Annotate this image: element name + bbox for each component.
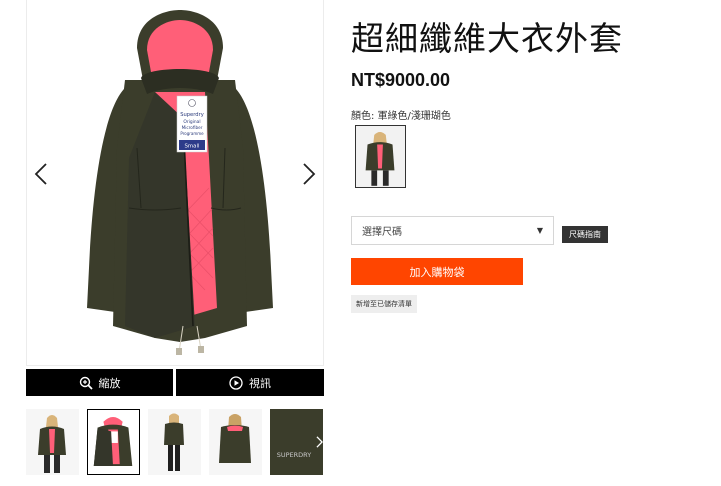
product-image-gallery: Superdry Original Microfiber Programme S… (26, 0, 324, 366)
zoom-button[interactable]: 縮放 (26, 369, 173, 396)
color-label: 顏色: (351, 111, 375, 122)
video-label: 視訊 (249, 376, 271, 390)
label-line-4: Programme (180, 131, 204, 136)
jacket-illustration: Superdry Original Microfiber Programme S… (87, 10, 273, 355)
zoom-label: 縮放 (98, 376, 121, 390)
model-side-image (164, 413, 184, 471)
chevron-left-icon (34, 163, 47, 185)
next-image-arrow[interactable] (297, 160, 321, 188)
size-guide-button[interactable]: 尺碼指南 (562, 226, 608, 243)
color-swatch-selected[interactable] (355, 125, 406, 188)
jacket-front-image (93, 416, 133, 467)
product-main-image[interactable]: Superdry Original Microfiber Programme S… (85, 8, 275, 360)
color-value: 軍綠色/淺珊瑚色 (377, 111, 451, 122)
thumbnail-next-arrow[interactable] (314, 429, 324, 455)
label-line-1: Superdry (180, 112, 204, 118)
chevron-right-icon (315, 436, 323, 448)
product-title: 超細纖維大衣外套 (351, 19, 623, 58)
thumbnail-3[interactable] (148, 409, 201, 475)
product-price: NT$9000.00 (351, 70, 451, 90)
thumbnail-2[interactable] (87, 409, 140, 475)
previous-image-arrow[interactable] (29, 160, 53, 188)
thumbnail-4[interactable] (209, 409, 262, 475)
thumbnail-brand-text: SUPERDRY (277, 451, 312, 459)
add-to-cart-button[interactable]: 加入購物袋 (351, 258, 523, 285)
model-front-image (38, 415, 66, 473)
chevron-right-icon (303, 163, 316, 185)
thumbnail-1[interactable] (26, 409, 79, 475)
add-to-wishlist-button[interactable]: 新增至已儲存清單 (351, 295, 417, 313)
model-back-image (219, 414, 251, 463)
zoom-in-icon (79, 376, 93, 390)
thumbnail-strip: SUPERDRY (26, 409, 326, 476)
color-info: 顏色: 軍綠色/淺珊瑚色 (351, 107, 451, 122)
size-tag-text: Small (185, 144, 200, 150)
caret-down-icon: ▼ (536, 226, 543, 235)
label-line-3: Microfiber (182, 125, 203, 130)
size-select-dropdown[interactable]: 選擇尺碼 ▼ (351, 216, 554, 245)
size-select-placeholder: 選擇尺碼 (362, 227, 402, 238)
color-swatch-image (356, 126, 405, 187)
play-circle-icon (229, 375, 243, 390)
video-button[interactable]: 視訊 (176, 369, 324, 396)
